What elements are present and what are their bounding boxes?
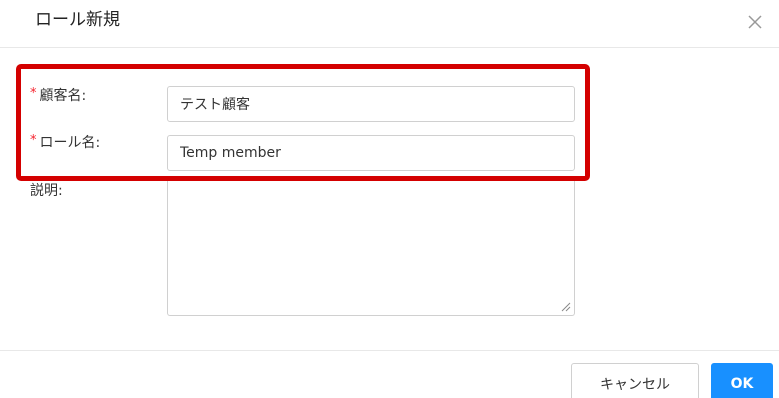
required-mark: * <box>30 86 37 101</box>
role-name-label-text: ロール名: <box>39 135 101 151</box>
close-button[interactable] <box>745 12 765 32</box>
cancel-button[interactable]: キャンセル <box>571 363 699 398</box>
customer-name-label: * 顧客名: <box>30 86 86 107</box>
role-create-dialog: ロール新規 *顧客名: *ロール名: 説明: キャンセル OK <box>0 0 779 398</box>
description-label: 説明: <box>30 183 63 199</box>
customer-name-input[interactable] <box>167 86 575 122</box>
dialog-title: ロール新規 <box>35 10 120 30</box>
role-name-input[interactable] <box>167 135 575 171</box>
required-mark: * <box>30 133 37 148</box>
customer-name-label-text: 顧客名: <box>39 88 87 104</box>
resize-handle-icon[interactable] <box>561 302 571 312</box>
role-name-label: * ロール名: <box>30 133 100 154</box>
ok-button[interactable]: OK <box>711 363 773 398</box>
close-icon <box>748 15 762 29</box>
header-divider <box>0 47 779 48</box>
description-textarea[interactable] <box>167 179 575 316</box>
footer-divider <box>0 350 779 351</box>
